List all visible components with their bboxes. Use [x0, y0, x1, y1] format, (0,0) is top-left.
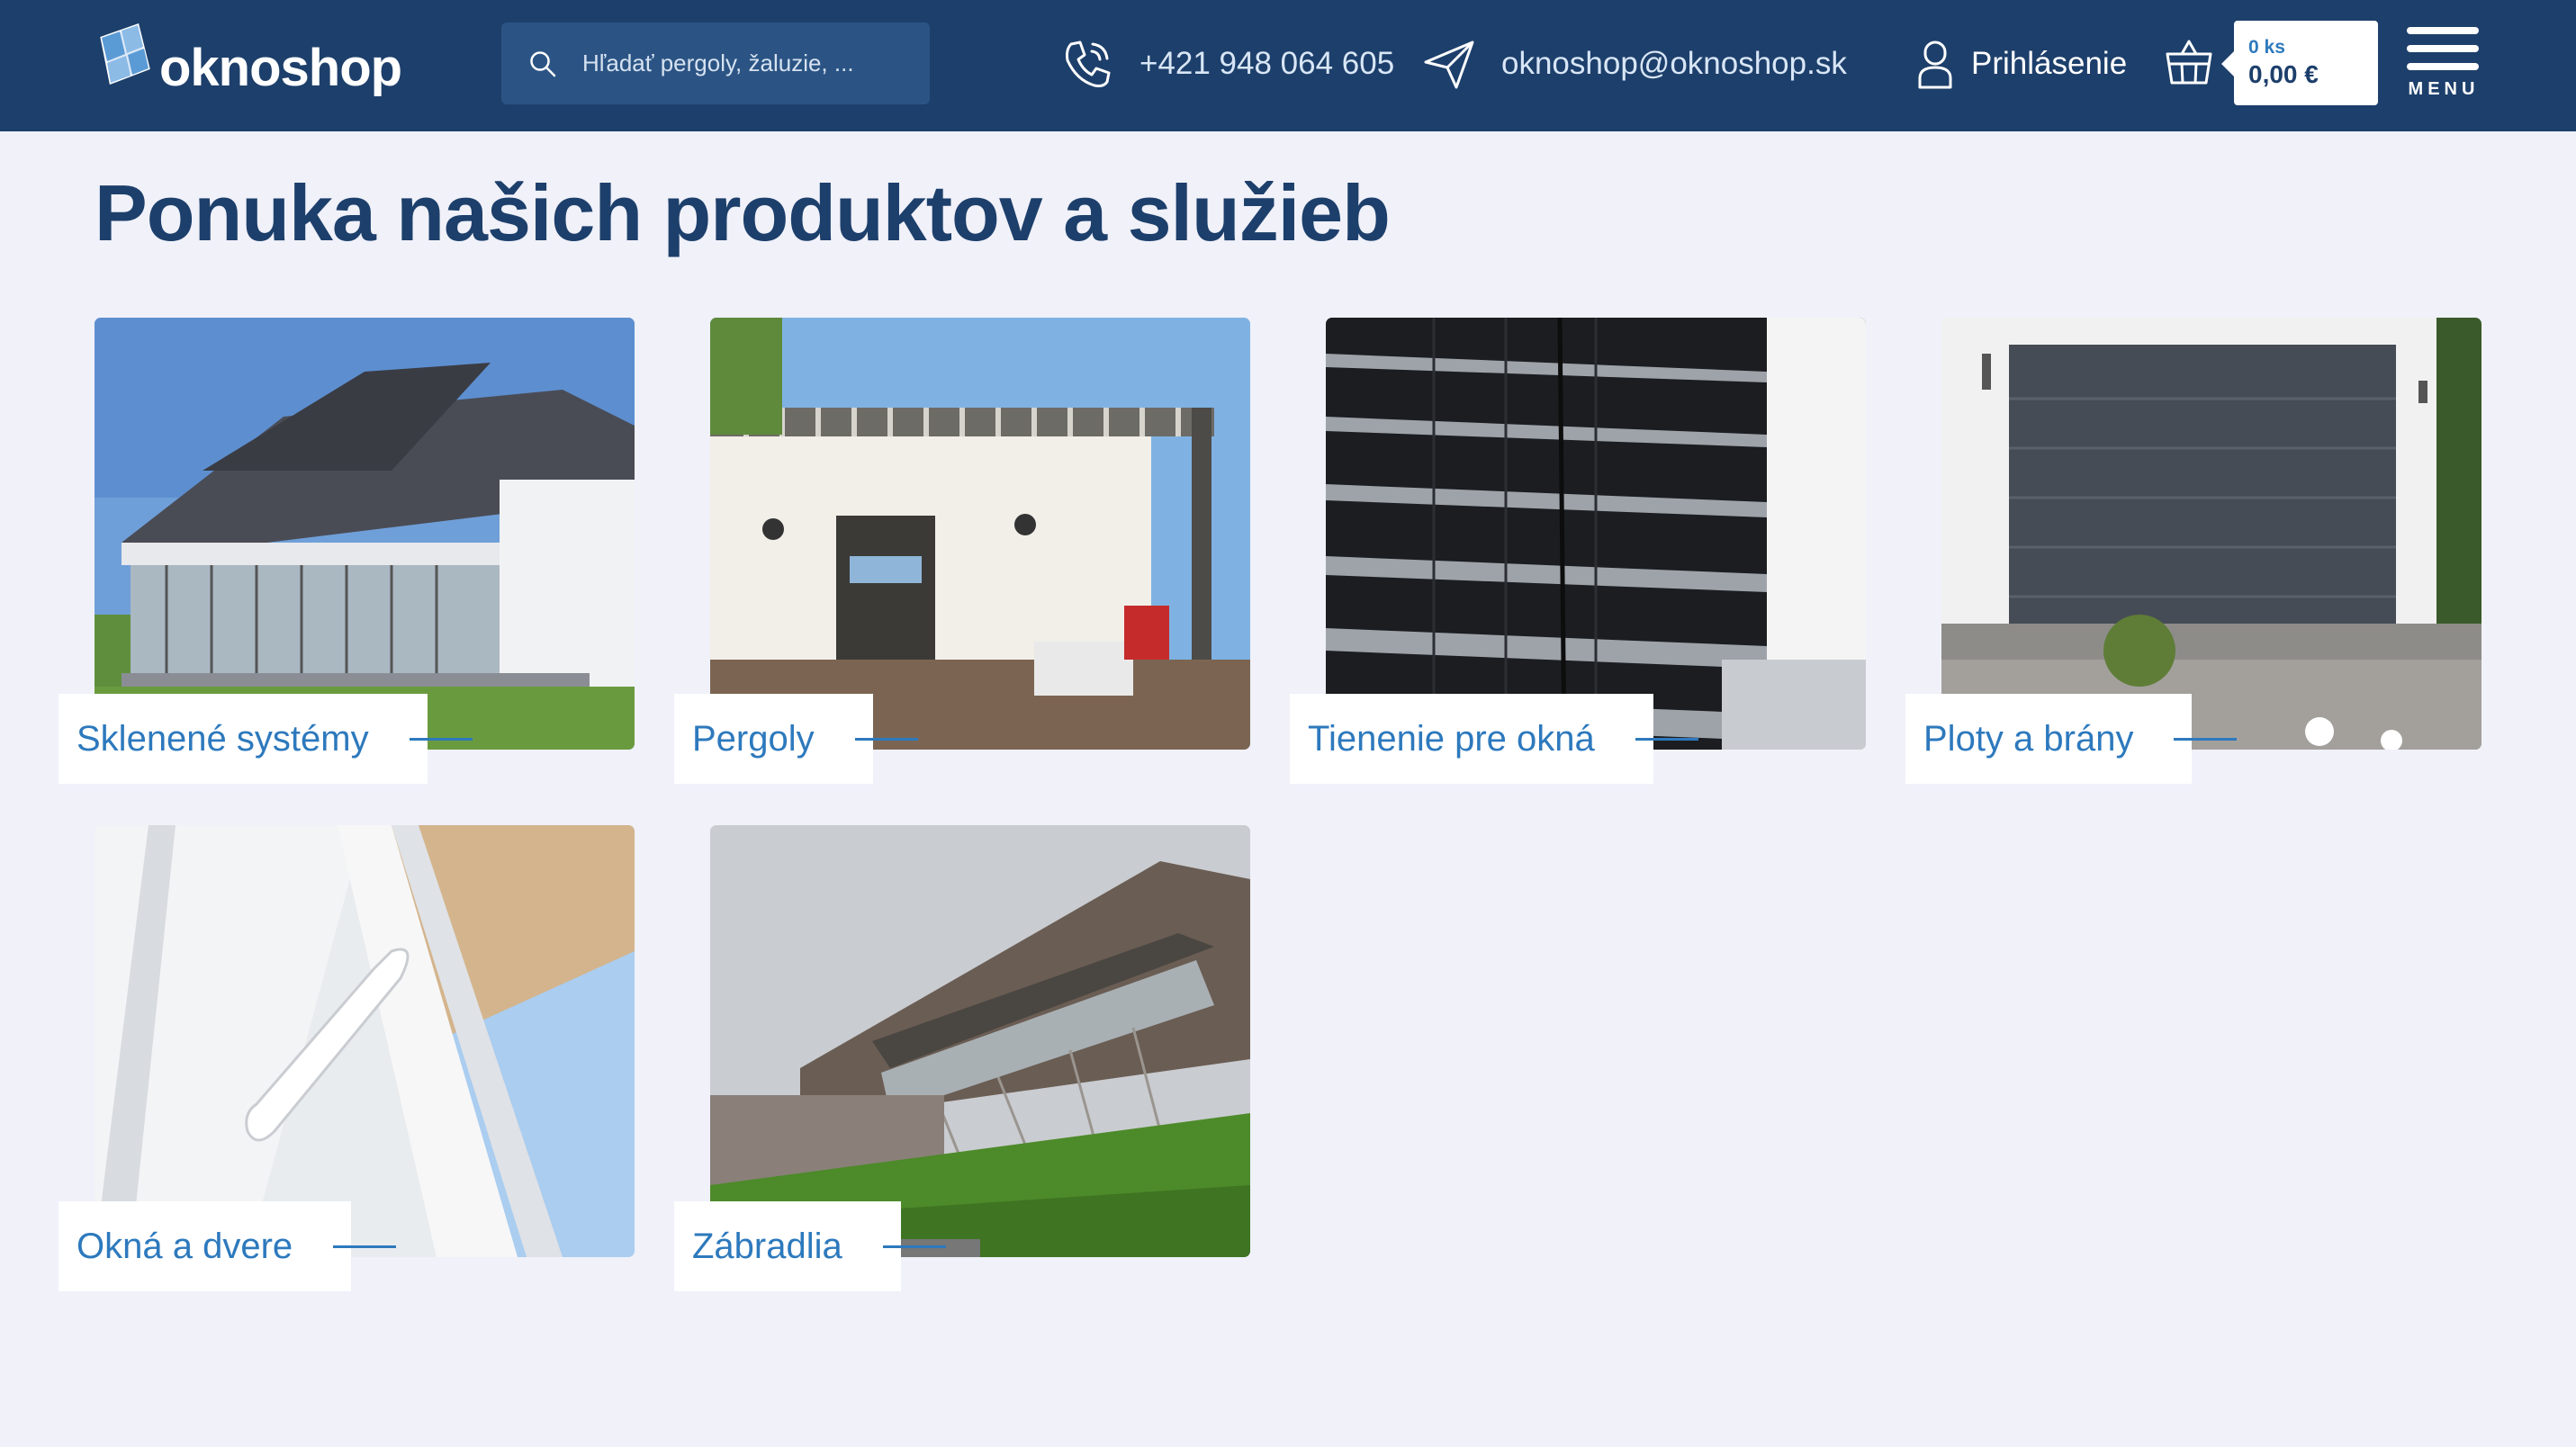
label-dash: [409, 737, 473, 741]
menu-button[interactable]: MENU: [2405, 27, 2482, 104]
page-title: Ponuka našich produktov a služieb: [95, 168, 1391, 257]
product-label[interactable]: Ploty a brány: [1905, 694, 2238, 784]
product-label-text: Sklenené systémy: [77, 718, 369, 759]
garage-door-image: [1941, 318, 2481, 750]
send-icon: [1424, 40, 1474, 89]
pergola-image: [710, 318, 1250, 750]
label-dash: [1635, 737, 1698, 741]
hamburger-bar: [2407, 63, 2479, 70]
site-header: oknoshop +421 948 064 605 oknoshop@oknos…: [0, 0, 2576, 131]
email-address: oknoshop@oknoshop.sk: [1501, 46, 1847, 81]
product-card-window-shading[interactable]: Tienenie pre okná: [1290, 318, 1866, 784]
label-dash: [333, 1245, 397, 1248]
cart-summary[interactable]: 0 ks 0,00 €: [2221, 21, 2378, 105]
phone-number: +421 948 064 605: [1139, 46, 1395, 81]
product-card-glass-systems[interactable]: Sklenené systémy: [59, 318, 635, 784]
cart-count: 0 ks: [2248, 37, 2285, 58]
logo-window-icon: [100, 23, 150, 85]
hamburger-bar: [2407, 45, 2479, 52]
phone-link[interactable]: +421 948 064 605: [1058, 32, 1394, 95]
logo-text: oknoshop: [159, 39, 402, 97]
product-label[interactable]: Tienenie pre okná: [1290, 694, 1698, 784]
label-dash: [854, 737, 918, 741]
phone-icon: [1066, 40, 1111, 87]
product-card-windows-doors[interactable]: Okná a dvere: [59, 825, 635, 1291]
product-label[interactable]: Sklenené systémy: [59, 694, 473, 784]
label-dash: [882, 1245, 946, 1248]
search-icon: [530, 51, 556, 77]
email-link[interactable]: oknoshop@oknoshop.sk: [1420, 32, 1847, 95]
login-label: Prihlásenie: [1971, 46, 2128, 81]
product-label[interactable]: Zábradlia: [674, 1201, 946, 1291]
railing-building-image: [710, 825, 1250, 1257]
login-link[interactable]: Prihlásenie: [1915, 32, 2127, 95]
search-input[interactable]: [582, 22, 915, 104]
logo[interactable]: oknoshop: [93, 20, 402, 110]
product-label-text: Okná a dvere: [77, 1226, 293, 1266]
window-blinds-image: [1326, 318, 1866, 750]
window-handle-image: [95, 825, 635, 1257]
search-box[interactable]: [501, 22, 930, 104]
menu-label: MENU: [2408, 79, 2480, 99]
product-label[interactable]: Pergoly: [674, 694, 918, 784]
user-icon: [1918, 40, 1952, 89]
product-label-text: Tienenie pre okná: [1308, 718, 1595, 759]
product-label-text: Zábradlia: [692, 1226, 842, 1266]
product-card-railings[interactable]: Zábradlia: [674, 825, 1250, 1291]
glass-systems-image: [95, 318, 635, 750]
label-dash: [2174, 737, 2238, 741]
cart-price: 0,00 €: [2248, 60, 2319, 88]
product-label[interactable]: Okná a dvere: [59, 1201, 397, 1291]
product-label-text: Pergoly: [692, 718, 815, 759]
product-label-text: Ploty a brány: [1923, 718, 2134, 759]
product-card-fences-gates[interactable]: Ploty a brány: [1905, 318, 2481, 784]
hamburger-bar: [2407, 27, 2479, 34]
basket-icon[interactable]: [2164, 34, 2214, 88]
product-card-pergolas[interactable]: Pergoly: [674, 318, 1250, 784]
